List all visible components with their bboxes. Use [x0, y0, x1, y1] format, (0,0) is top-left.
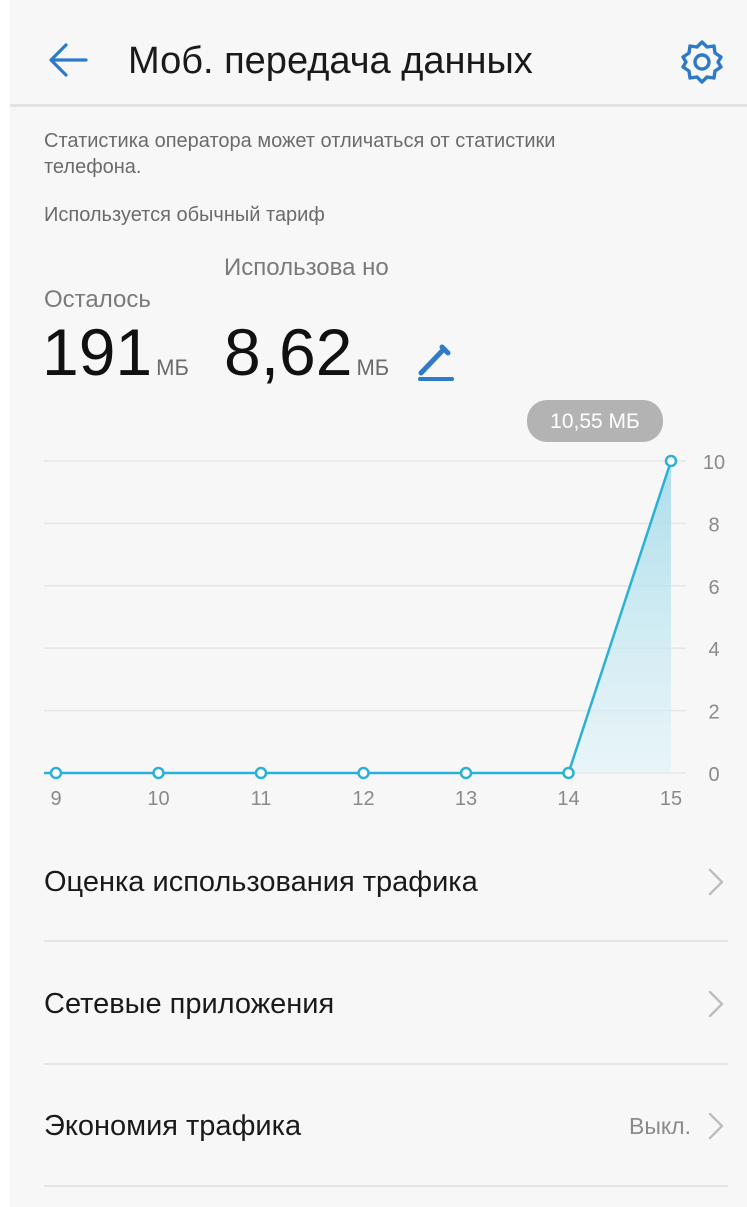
- menu-item-data-saver[interactable]: Экономия трафика Выкл.: [10, 1050, 747, 1202]
- tariff-label: Используется обычный тариф: [44, 204, 325, 226]
- data-point: [459, 766, 473, 780]
- used-unit: МБ: [356, 355, 390, 380]
- series-line: [56, 460, 673, 775]
- chevron-right-icon: [708, 1112, 724, 1140]
- data-point: [357, 766, 370, 780]
- y-tick-label: 4: [708, 639, 719, 661]
- data-point: [254, 766, 268, 780]
- data-point: [664, 454, 678, 468]
- chevron-right-icon: [708, 990, 724, 1018]
- y-tick-label: 6: [708, 577, 719, 599]
- page-title: Моб. передача данных: [128, 40, 533, 82]
- y-tick-label: 8: [708, 514, 719, 536]
- tooltip-label: 10,55 МБ: [550, 410, 640, 433]
- series-area: [56, 461, 671, 773]
- menu-item-value: Выкл.: [628, 1112, 691, 1139]
- y-tick-label: 10: [703, 452, 725, 474]
- remaining-number: 191: [42, 315, 153, 389]
- app-bar-divider: [10, 104, 747, 107]
- arrow-left-icon[interactable]: [46, 38, 90, 82]
- pencil-icon[interactable]: [412, 338, 458, 384]
- chevron-right-icon: [708, 868, 724, 896]
- data-point: [49, 766, 63, 780]
- data-point: [562, 766, 575, 780]
- used-label: Использова но: [224, 254, 389, 281]
- app-bar: Моб. передача данных: [10, 0, 747, 104]
- remaining-unit: МБ: [156, 355, 189, 380]
- data-point: [152, 766, 165, 780]
- usage-chart: 02468109 10 11 12 13 14 1510,55 МБ: [44, 400, 725, 810]
- gear-icon[interactable]: [678, 38, 726, 86]
- used-number: 8,62: [224, 315, 353, 389]
- menu-item-label: Экономия трафика: [44, 1109, 302, 1142]
- y-tick-label: 0: [708, 764, 719, 786]
- screen: Моб. передача данных Статистика оператор…: [10, 0, 747, 1207]
- y-tick-label: 2: [708, 702, 719, 724]
- operator-note: Статистика оператора может отличаться от…: [44, 130, 556, 178]
- row-divider: [44, 1185, 728, 1187]
